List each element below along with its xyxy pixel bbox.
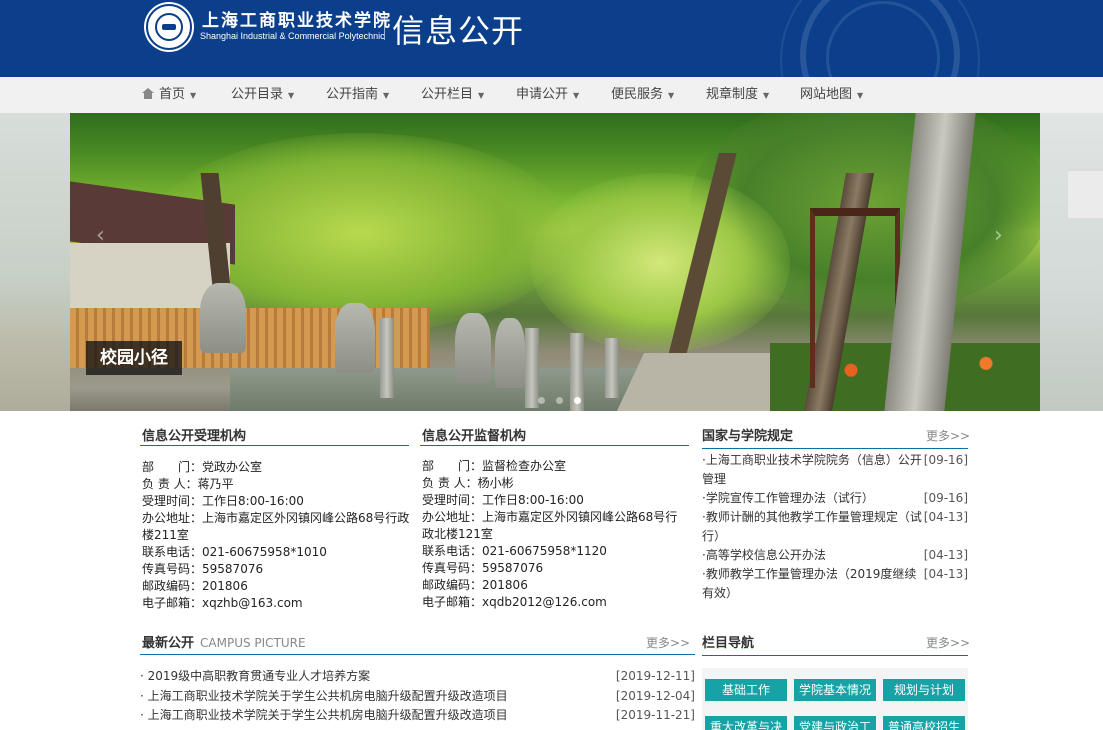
list-item[interactable]: ·上海工商职业技术学院院务（信息）公开管理 [09-16] xyxy=(702,451,968,489)
banner-image[interactable] xyxy=(70,113,1040,411)
carousel-dot[interactable] xyxy=(556,397,563,404)
info-row: 办公地址：上海市嘉定区外冈镇冈峰公路68号行政北楼121室 xyxy=(422,510,678,541)
logo-divider xyxy=(384,12,385,40)
category-button[interactable]: 规划与计划 xyxy=(883,679,965,701)
regulations-more-link[interactable]: 更多>> xyxy=(926,427,970,444)
acceptance-info: 部 门：党政办公室 负 责 人：蒋乃平 受理时间：工作日8:00-16:00 办… xyxy=(142,459,412,612)
caret-down-icon: ▼ xyxy=(190,91,197,100)
site-title: 信息公开 xyxy=(392,12,525,50)
table-row[interactable]: · 2019级中高职教育贯通专业人才培养方案 [2019-12-11] xyxy=(140,667,695,686)
info-row: 电子邮箱：xqdb2012@126.com xyxy=(422,595,607,609)
caret-down-icon: ▼ xyxy=(668,91,675,100)
title-divider xyxy=(702,448,968,449)
nav-item-apply[interactable]: 申请公开 ▼ xyxy=(516,77,579,113)
nav-item-label: 公开指南 xyxy=(326,87,379,102)
carousel-dot-active[interactable] xyxy=(574,397,581,404)
caret-down-icon: ▼ xyxy=(478,91,485,100)
info-row: 电子邮箱：xqzhb@163.com xyxy=(142,596,303,610)
category-button[interactable]: 党建与政治工 xyxy=(794,716,876,730)
nav-item-label: 网站地图 xyxy=(800,87,853,102)
title-divider xyxy=(140,445,409,446)
acceptance-title: 信息公开受理机构 xyxy=(142,429,247,444)
school-name-cn[interactable]: 上海工商职业技术学院 xyxy=(202,6,392,31)
nav-item-home[interactable]: 首页 ▼ xyxy=(142,77,196,113)
info-row: 部 门：党政办公室 xyxy=(142,460,263,474)
banner-caption: 校园小径 xyxy=(86,341,182,375)
info-row: 负 责 人：杨小彬 xyxy=(422,476,514,490)
caret-down-icon: ▼ xyxy=(573,91,580,100)
nav-item-sitemap[interactable]: 网站地图 ▼ xyxy=(800,77,863,113)
site-header: 上海工商职业技术学院 Shanghai Industrial & Commerc… xyxy=(0,0,1103,77)
supervision-title: 信息公开监督机构 xyxy=(422,429,527,444)
info-row: 办公地址：上海市嘉定区外冈镇冈峰公路68号行政楼211室 xyxy=(142,511,410,542)
caret-down-icon: ▼ xyxy=(763,91,770,100)
home-icon xyxy=(142,88,154,99)
title-divider xyxy=(140,654,695,655)
chevron-left-icon[interactable]: ‹ xyxy=(96,223,105,248)
nav-item-label: 申请公开 xyxy=(516,87,569,102)
nav-item-label: 公开目录 xyxy=(231,87,284,102)
category-button[interactable]: 基础工作 xyxy=(705,679,787,701)
caret-down-icon: ▼ xyxy=(288,91,295,100)
nav-item-services[interactable]: 便民服务 ▼ xyxy=(611,77,674,113)
info-row: 受理时间：工作日8:00-16:00 xyxy=(142,494,304,508)
school-logo-icon[interactable] xyxy=(146,4,192,50)
banner-next-slide-preview[interactable] xyxy=(1040,113,1103,411)
main-nav: 首页 ▼ 公开目录 ▼ 公开指南 ▼ 公开栏目 ▼ 申请公开 ▼ 便民服务 ▼ 规章制度 ▼ … xyxy=(0,77,1103,113)
nav-item-label: 首页 xyxy=(159,87,186,102)
carousel-dot[interactable] xyxy=(538,397,545,404)
title-divider xyxy=(702,655,968,656)
info-row: 联系电话：021-60675958*1010 xyxy=(142,545,327,559)
info-row: 负 责 人：蒋乃平 xyxy=(142,477,234,491)
chevron-right-icon[interactable]: › xyxy=(994,223,1003,248)
school-name-en: Shanghai Industrial & Commercial Polytec… xyxy=(200,31,385,41)
regulations-title: 国家与学院规定 xyxy=(702,429,794,444)
caret-down-icon: ▼ xyxy=(383,91,390,100)
supervision-info: 部 门：监督检查办公室 负 责 人：杨小彬 受理时间：工作日8:00-16:00… xyxy=(422,458,684,611)
category-button[interactable]: 重大改革与决 xyxy=(705,716,787,730)
globe-watermark xyxy=(800,0,960,77)
category-button[interactable]: 普通高校招生 xyxy=(883,716,965,730)
category-button-panel: 基础工作 学院基本情况 规划与计划 重大改革与决 党建与政治工 普通高校招生 xyxy=(702,668,968,730)
nav-item-guide[interactable]: 公开指南 ▼ xyxy=(326,77,389,113)
info-row: 邮政编码：201806 xyxy=(422,578,528,592)
info-row: 邮政编码：201806 xyxy=(142,579,248,593)
info-row: 部 门：监督检查办公室 xyxy=(422,459,567,473)
nav-item-columns[interactable]: 公开栏目 ▼ xyxy=(421,77,484,113)
nav-item-label: 公开栏目 xyxy=(421,87,474,102)
nav-item-label: 规章制度 xyxy=(706,87,759,102)
info-row: 传真号码：59587076 xyxy=(142,562,264,576)
latest-subtitle: CAMPUS PICTURE xyxy=(200,636,306,650)
list-item[interactable]: ·学院宣传工作管理办法（试行） [09-16] xyxy=(702,489,968,508)
title-divider xyxy=(420,445,689,446)
nav-item-catalog[interactable]: 公开目录 ▼ xyxy=(231,77,294,113)
category-button[interactable]: 学院基本情况 xyxy=(794,679,876,701)
list-item[interactable]: ·教师计酬的其他教学工作量管理规定（试行） [04-13] xyxy=(702,508,968,546)
banner-carousel[interactable]: ‹ › 校园小径 xyxy=(0,113,1103,411)
categories-more-link[interactable]: 更多>> xyxy=(926,634,970,651)
latest-title: 最新公开 CAMPUS PICTURE xyxy=(142,636,306,651)
banner-prev-slide-preview[interactable] xyxy=(0,113,70,411)
info-row: 联系电话：021-60675958*1120 xyxy=(422,544,607,558)
categories-title: 栏目导航 xyxy=(702,636,755,651)
info-row: 受理时间：工作日8:00-16:00 xyxy=(422,493,584,507)
list-item[interactable]: ·高等学校信息公开办法 [04-13] xyxy=(702,546,968,565)
caret-down-icon: ▼ xyxy=(857,91,864,100)
info-row: 传真号码：59587076 xyxy=(422,561,544,575)
list-item[interactable]: ·教师教学工作量管理办法（2019度继续有效） [04-13] xyxy=(702,565,968,603)
table-row[interactable]: · 上海工商职业技术学院关于学生公共机房电脑升级配置升级改造项目 [2019-12… xyxy=(140,687,695,706)
nav-item-label: 便民服务 xyxy=(611,87,664,102)
nav-item-regulations[interactable]: 规章制度 ▼ xyxy=(706,77,769,113)
latest-more-link[interactable]: 更多>> xyxy=(646,634,690,651)
table-row[interactable]: · 上海工商职业技术学院关于学生公共机房电脑升级配置升级改造项目 [2019-11… xyxy=(140,706,695,725)
